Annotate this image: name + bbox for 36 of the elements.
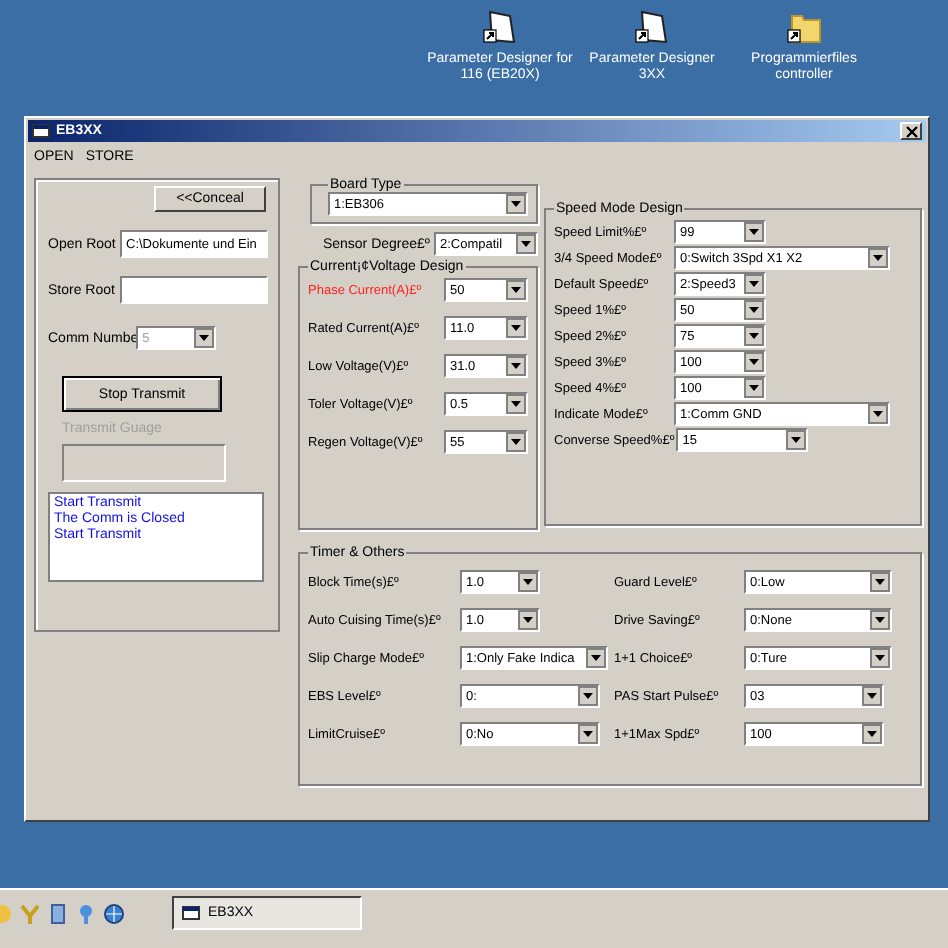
- caret-icon: [744, 300, 764, 320]
- caret-icon: [586, 648, 606, 668]
- caret-icon: [578, 724, 598, 744]
- caret-icon: [744, 378, 764, 398]
- caret-icon: [862, 724, 882, 744]
- input-field[interactable]: [120, 276, 268, 304]
- caret-icon: [870, 572, 890, 592]
- caret-icon: [578, 686, 598, 706]
- window-icon: [182, 906, 200, 920]
- caret-icon: [518, 572, 538, 592]
- caret-icon: [862, 686, 882, 706]
- globe-icon[interactable]: [104, 903, 124, 923]
- caret-icon: [870, 610, 890, 630]
- caret-icon: [868, 248, 888, 268]
- caret-icon: [194, 328, 215, 348]
- document-shortcut-icon[interactable]: [632, 8, 672, 48]
- caret-icon: [870, 648, 890, 668]
- caret-icon: [506, 280, 526, 300]
- document-shortcut-icon[interactable]: [480, 8, 520, 48]
- caret-icon: [868, 404, 888, 424]
- caret-icon: [506, 194, 526, 214]
- caret-icon: [786, 430, 807, 450]
- document-icon[interactable]: [48, 903, 68, 923]
- caret-icon: [744, 274, 764, 294]
- caret-icon: [506, 394, 526, 414]
- caret-icon: [506, 356, 526, 376]
- caret-icon: [506, 318, 526, 338]
- caret-icon: [744, 352, 764, 372]
- window-icon: [32, 124, 50, 138]
- caret-icon: [744, 222, 764, 242]
- close-icon: [905, 125, 917, 137]
- caret-icon: [516, 234, 536, 254]
- close-button[interactable]: [900, 122, 922, 140]
- caret-icon: [744, 326, 764, 346]
- caret-icon: [506, 432, 526, 452]
- caret-icon: [518, 610, 538, 630]
